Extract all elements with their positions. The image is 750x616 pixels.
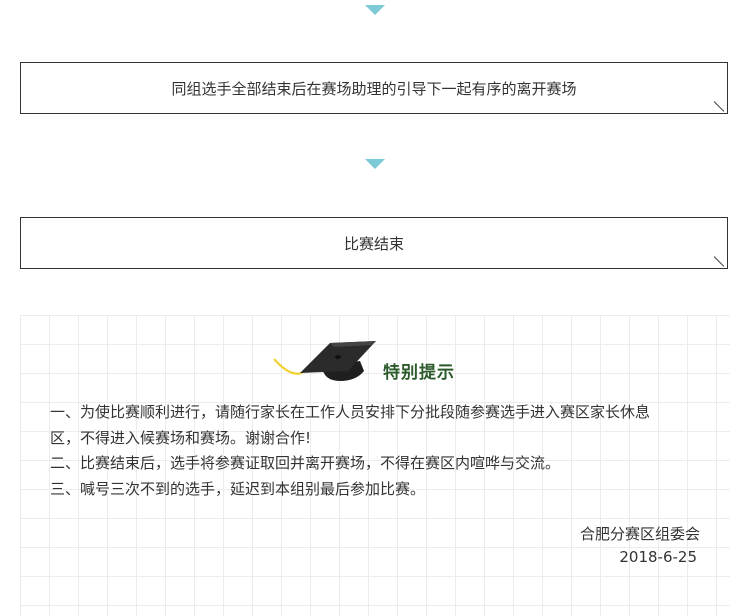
notice-title: 特别提示 [383, 363, 455, 383]
step-box: 同组选手全部结束后在赛场助理的引导下一起有序的离开赛场 [20, 62, 728, 114]
special-notice-panel: 特别提示 一、为使比赛顺利进行，请随行家长在工作人员安排下分批段随参赛选手进入赛… [20, 315, 730, 616]
notice-line: 区，不得进入候赛场和赛场。谢谢合作! [50, 428, 312, 447]
corner-tick-icon [713, 101, 725, 112]
notice-header: 特别提示 [272, 337, 492, 387]
organizer-signature: 合肥分赛区组委会 [579, 525, 700, 543]
down-arrow-icon [365, 5, 385, 15]
step-box: 比赛结束 [20, 217, 728, 269]
graduation-cap-icon [273, 341, 376, 381]
notice-date: 2018-6-25 [619, 548, 697, 566]
down-arrow-icon [365, 159, 385, 169]
notice-line: 二、比赛结束后，选手将参赛证取回并离开赛场，不得在赛区内喧哗与交流。 [50, 454, 561, 472]
step-text: 比赛结束 [343, 234, 404, 253]
corner-tick-icon [713, 256, 725, 267]
notice-line: 三、喊号三次不到的选手，延迟到本组别最后参加比赛。 [50, 479, 426, 498]
notice-body: 一、为使比赛顺利进行，请随行家长在工作人员安排下分批段随参赛选手进入赛区家长休息… [50, 400, 706, 502]
notice-line: 一、为使比赛顺利进行，请随行家长在工作人员安排下分批段随参赛选手进入赛区家长休息 [50, 403, 651, 421]
step-text: 同组选手全部结束后在赛场助理的引导下一起有序的离开赛场 [171, 79, 577, 98]
